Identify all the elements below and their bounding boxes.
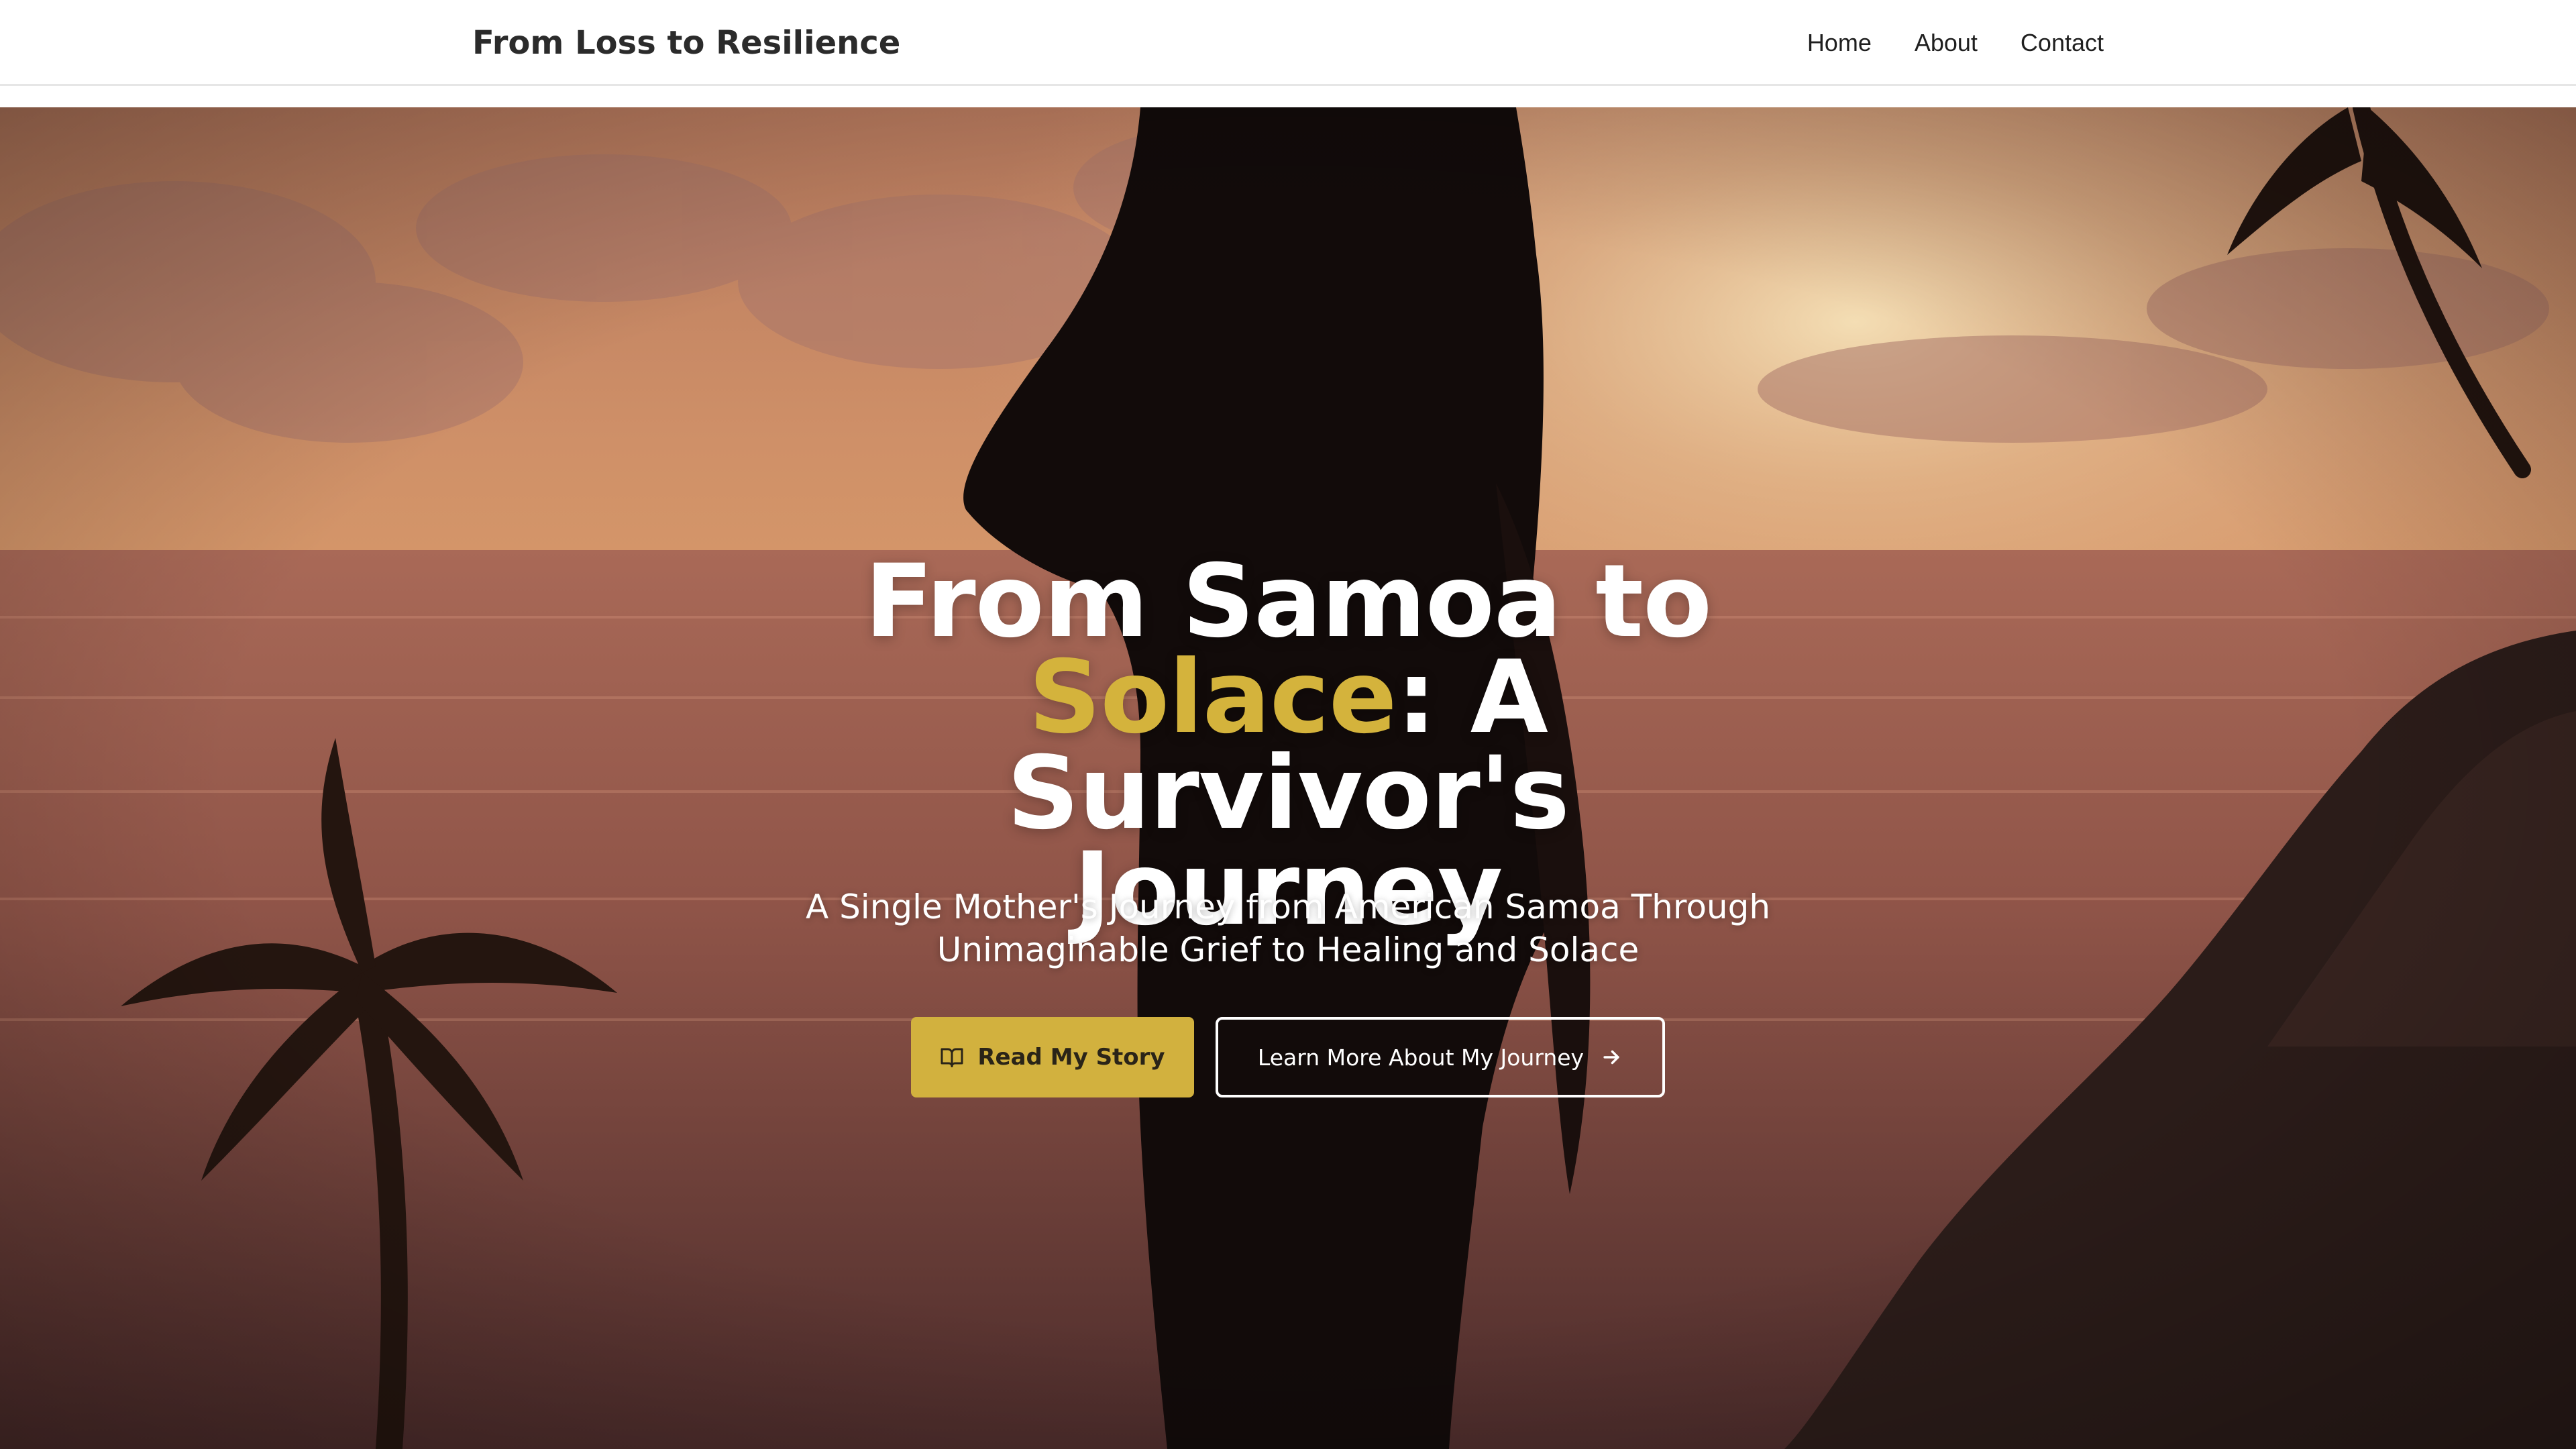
nav-link-home[interactable]: Home xyxy=(1807,28,1872,58)
hero-section: From Samoa to Solace: A Survivor's Journ… xyxy=(0,107,2576,1449)
learn-more-label: Learn More About My Journey xyxy=(1257,1044,1585,1071)
site-header: From Loss to Resilience Home About Conta… xyxy=(0,0,2576,86)
nav-link-about[interactable]: About xyxy=(1915,28,1978,58)
learn-more-button[interactable]: Learn More About My Journey xyxy=(1216,1017,1665,1097)
hero-content: From Samoa to Solace: A Survivor's Journ… xyxy=(0,107,2576,1449)
read-my-story-button[interactable]: Read My Story xyxy=(911,1017,1194,1097)
hero-subtitle: A Single Mother's Journey from American … xyxy=(805,888,1771,969)
nav-link-contact[interactable]: Contact xyxy=(2021,28,2104,58)
read-my-story-label: Read My Story xyxy=(977,1044,1165,1071)
arrow-right-icon xyxy=(1600,1046,1623,1069)
hero-title: From Samoa to Solace: A Survivor's Journ… xyxy=(751,551,1825,940)
site-brand[interactable]: From Loss to Resilience xyxy=(472,23,900,63)
main-nav: Home About Contact xyxy=(1807,28,2104,58)
book-open-icon xyxy=(940,1045,964,1069)
